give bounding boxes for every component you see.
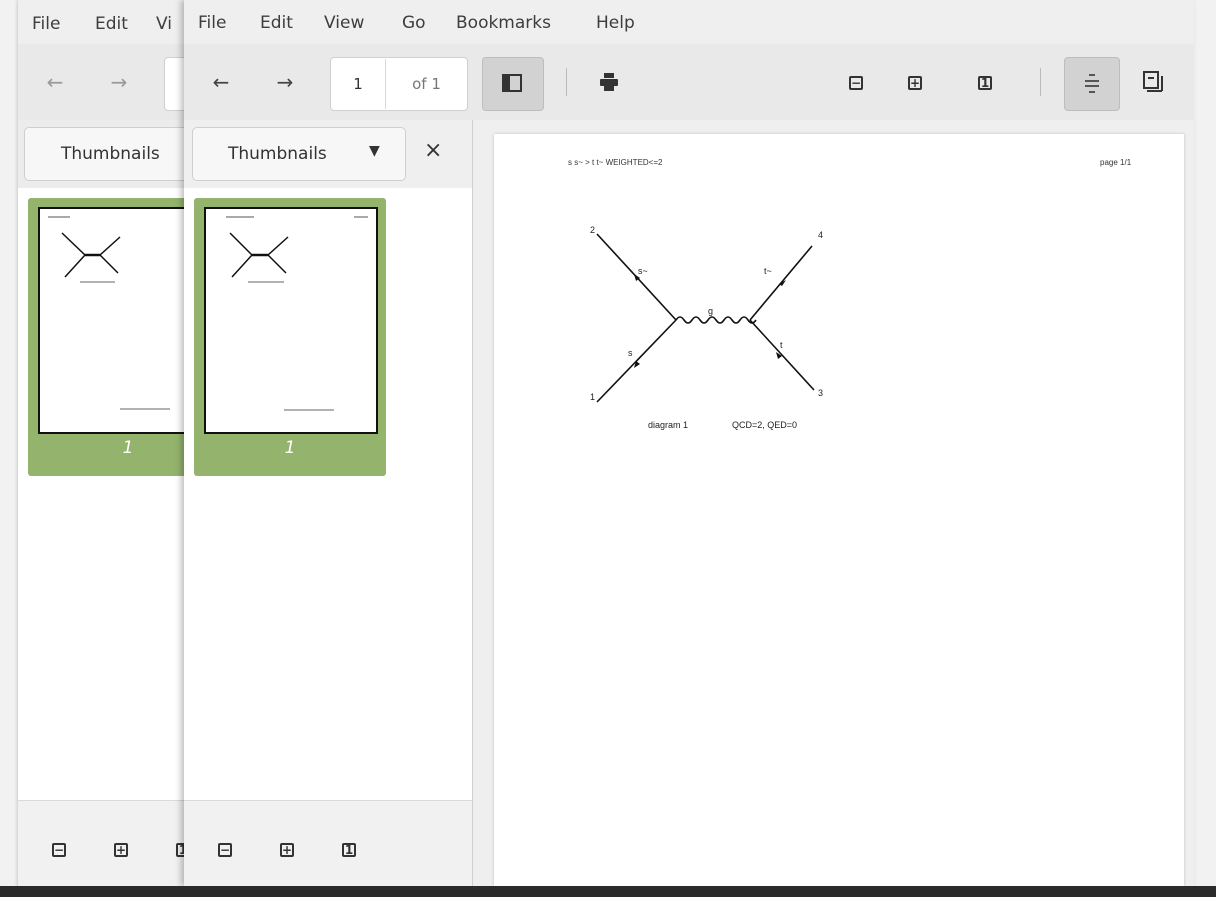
diagram-node-label-3: 3	[818, 388, 823, 398]
thumbnail-page-number: 1	[284, 438, 296, 458]
menu-file[interactable]: File	[198, 13, 226, 33]
sidebar: Thumbnails ▼ × 1 − + 1	[184, 120, 473, 887]
sidebar-toggle-icon	[502, 74, 522, 92]
thumbnail-page-preview	[204, 207, 378, 434]
diagram-coupling-orders: QCD=2, QED=0	[732, 420, 797, 430]
menu-file[interactable]: File	[32, 14, 60, 34]
diagram-leg-3	[749, 319, 815, 391]
forward-arrow-icon[interactable]: →	[270, 68, 300, 96]
menu-bar: File Edit View Go Bookmarks Help	[184, 0, 1194, 44]
sidebar-toggle-button[interactable]	[482, 57, 544, 111]
zoom-out-icon[interactable]: −	[52, 843, 66, 857]
continuous-scroll-icon	[1085, 74, 1099, 93]
zoom-reset-icon[interactable]: 1	[342, 843, 356, 857]
diagram-gluon-propagator	[675, 316, 757, 324]
sidebar-header: Thumbnails	[18, 120, 226, 188]
menu-bar: File Edit Vi	[18, 0, 198, 44]
print-icon[interactable]	[598, 71, 620, 93]
document-viewer-window: File Edit View Go Bookmarks Help ← → 1 o…	[184, 0, 1194, 887]
zoom-in-icon[interactable]: +	[908, 76, 922, 90]
menu-bookmarks[interactable]: Bookmarks	[456, 13, 551, 33]
sidebar-mode-label: Thumbnails	[61, 144, 160, 164]
sidebar-mode-dropdown[interactable]: Thumbnails ▼	[192, 127, 406, 181]
sidebar-header: Thumbnails ▼ ×	[184, 120, 472, 188]
diagram-edge-label-t: t	[780, 340, 783, 350]
background-document-viewer-window: File Edit Vi ← → Thumbnails 1 − + 1	[18, 0, 228, 897]
diagram-leg-1	[596, 319, 677, 403]
toolbar-separator	[566, 68, 567, 96]
page-number-input[interactable]: 1	[331, 59, 386, 109]
close-icon[interactable]: ×	[424, 140, 442, 162]
menu-go[interactable]: Go	[402, 13, 426, 33]
menu-help[interactable]: Help	[596, 13, 635, 33]
diagram-edge-label-sbar: s~	[638, 266, 648, 276]
diagram-caption: diagram 1	[648, 420, 688, 430]
toolbar: ← → 1 of 1 − + 1	[184, 44, 1194, 121]
document-page: s s~ > t t~ WEIGHTED<=2 page 1/1 2 1 4 3…	[494, 134, 1184, 886]
zoom-out-icon[interactable]: −	[849, 76, 863, 90]
back-arrow-icon[interactable]: ←	[206, 68, 236, 96]
zoom-in-icon[interactable]: +	[114, 843, 128, 857]
diagram-edge-label-g: g	[708, 306, 713, 316]
document-view[interactable]: s s~ > t t~ WEIGHTED<=2 page 1/1 2 1 4 3…	[473, 120, 1194, 886]
forward-arrow-icon[interactable]: →	[104, 68, 134, 96]
continuous-scroll-button[interactable]	[1064, 57, 1120, 111]
page-count-label: of 1	[412, 75, 441, 93]
zoom-reset-icon[interactable]: 1	[978, 76, 992, 90]
thumbnail-diagram-preview	[226, 216, 368, 411]
zoom-out-icon[interactable]: −	[218, 843, 232, 857]
menu-view[interactable]: View	[324, 13, 364, 33]
toolbar-separator	[1040, 68, 1041, 96]
taskbar	[0, 886, 1216, 897]
diagram-node-label-4: 4	[818, 230, 823, 240]
sidebar-bottom-bar: − + 1	[184, 800, 472, 887]
menu-edit[interactable]: Edit	[95, 14, 128, 34]
diagram-node-label-1: 1	[590, 392, 595, 402]
diagram-edge-label-tbar: t~	[764, 266, 772, 276]
back-arrow-icon[interactable]: ←	[40, 68, 70, 96]
menu-view[interactable]: Vi	[156, 14, 172, 34]
thumbnail-card[interactable]: 1	[194, 198, 386, 476]
zoom-in-icon[interactable]: +	[280, 843, 294, 857]
page-navigation: 1 of 1	[330, 57, 468, 111]
toolbar: ← →	[18, 44, 206, 121]
chevron-down-icon: ▼	[369, 143, 380, 159]
sidebar-bottom-bar: − + 1	[18, 800, 198, 887]
sidebar-mode-label: Thumbnails	[228, 144, 327, 164]
diagram-node-label-2: 2	[590, 225, 595, 235]
diagram-edge-label-s: s	[628, 348, 633, 358]
dual-page-icon[interactable]	[1142, 70, 1164, 92]
menu-edit[interactable]: Edit	[260, 13, 293, 33]
feynman-diagram: 2 1 4 3 s~ s g t~ t diagram 1 QCD=2, QED…	[590, 225, 823, 430]
thumbnail-list: 1	[18, 188, 228, 800]
